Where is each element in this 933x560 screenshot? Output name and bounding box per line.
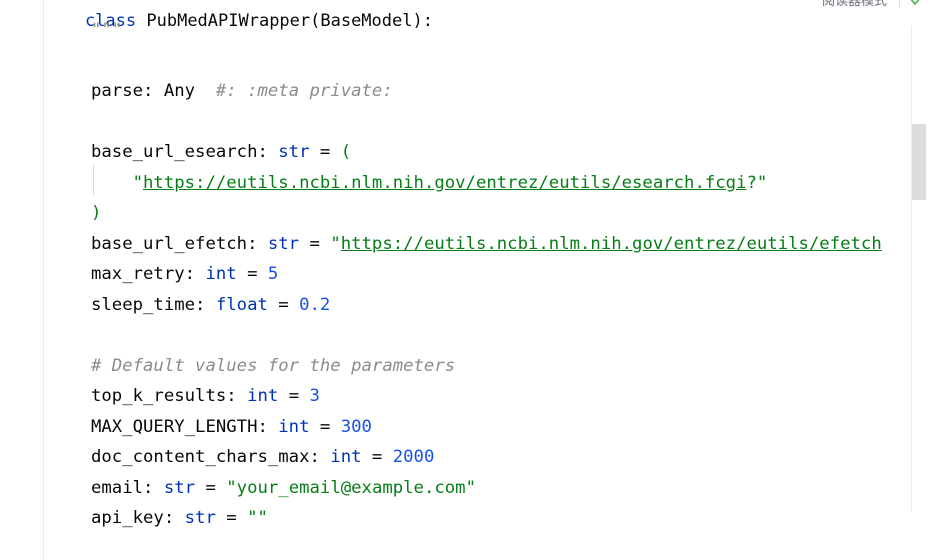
number-literal: 3 bbox=[309, 386, 320, 406]
check-shield-icon[interactable] bbox=[907, 0, 923, 8]
sticky-class-header[interactable]: class PubMedAPIWrapper(BaseModel): bbox=[44, 0, 933, 31]
type-keyword: int bbox=[278, 416, 310, 437]
number-literal: 2000 bbox=[392, 447, 435, 467]
code-token: base_url_esearch: bbox=[91, 142, 279, 162]
comment: """ bbox=[91, 20, 123, 40]
toolbar-divider bbox=[899, 0, 900, 8]
url-link[interactable]: https://eutils.ncbi.nlm.nih.gov/entrez/e… bbox=[341, 234, 882, 254]
type-keyword: int bbox=[247, 386, 279, 406]
string-literal: "your_email@example.com" bbox=[226, 477, 476, 498]
code-token: sleep_time: bbox=[91, 294, 216, 315]
vertical-scrollbar[interactable] bbox=[911, 26, 933, 512]
string-literal: ( bbox=[340, 142, 352, 162]
code-editor[interactable]: class PubMedAPIWrapper(BaseModel): """ pa… bbox=[44, 0, 933, 560]
code-line[interactable]: doc_content_chars_max: int = 2000 bbox=[91, 442, 434, 472]
scrollbar-thumb[interactable] bbox=[912, 124, 926, 200]
code-token: = bbox=[361, 447, 393, 467]
code-line[interactable]: top_k_results: int = 3 bbox=[91, 381, 320, 411]
code-token: = bbox=[278, 386, 310, 406]
code-line[interactable]: api_key: str = "" bbox=[91, 503, 268, 533]
code-token: email: bbox=[91, 477, 164, 498]
type-keyword: str bbox=[278, 142, 310, 162]
string-literal: " bbox=[330, 233, 341, 254]
type-keyword: int bbox=[205, 264, 237, 284]
type-keyword: str bbox=[184, 508, 216, 528]
code-token: max_retry: bbox=[91, 264, 206, 284]
number-literal: 0.2 bbox=[299, 294, 331, 315]
string-literal: "" bbox=[247, 508, 268, 528]
code-token: = bbox=[309, 416, 341, 437]
string-literal: ) bbox=[91, 203, 102, 223]
sticky-class-signature: PubMedAPIWrapper(BaseModel): bbox=[136, 11, 433, 31]
code-line[interactable]: MAX_QUERY_LENGTH: int = 300 bbox=[91, 412, 372, 442]
code-token: parse: Any bbox=[91, 81, 216, 101]
code-line[interactable]: sleep_time: float = 0.2 bbox=[91, 290, 330, 320]
code-token: = bbox=[215, 508, 248, 528]
code-token: MAX_QUERY_LENGTH: bbox=[91, 416, 279, 437]
code-token: doc_content_chars_max: bbox=[91, 447, 331, 467]
type-keyword: int bbox=[330, 447, 362, 467]
code-line[interactable]: "https://eutils.ncbi.nlm.nih.gov/entrez/… bbox=[91, 168, 768, 198]
code-token: = bbox=[267, 294, 300, 315]
code-token: top_k_results: bbox=[91, 386, 248, 406]
string-literal: ?" bbox=[746, 172, 768, 193]
code-line[interactable]: """ bbox=[91, 15, 122, 45]
number-literal: 5 bbox=[267, 264, 279, 284]
string-literal: " bbox=[91, 172, 144, 193]
type-keyword: float bbox=[215, 294, 268, 315]
code-line[interactable]: base_url_esearch: str = ( bbox=[91, 137, 351, 167]
code-line[interactable]: ) bbox=[91, 198, 101, 228]
reader-mode-button[interactable]: 阅读器模式 bbox=[815, 0, 893, 12]
code-line[interactable]: base_url_efetch: str = "https://eutils.n… bbox=[91, 229, 882, 259]
indent-guide bbox=[93, 165, 94, 195]
comment: #: :meta private: bbox=[215, 81, 393, 101]
type-keyword: str bbox=[267, 233, 300, 254]
code-line[interactable]: max_retry: int = 5 bbox=[91, 259, 278, 289]
editor-gutter[interactable] bbox=[0, 0, 44, 560]
comment: # Default values for the parameters bbox=[91, 355, 456, 376]
code-token: = bbox=[195, 477, 227, 498]
code-line[interactable]: # Default values for the parameters bbox=[91, 351, 455, 381]
code-token: = bbox=[236, 264, 268, 284]
url-link[interactable]: https://eutils.ncbi.nlm.nih.gov/entrez/e… bbox=[143, 173, 746, 193]
number-literal: 300 bbox=[340, 416, 372, 437]
code-token: = bbox=[309, 142, 341, 162]
code-token: = bbox=[299, 233, 331, 254]
code-line[interactable]: parse: Any #: :meta private: bbox=[91, 76, 393, 106]
code-line[interactable]: email: str = "your_email@example.com" bbox=[91, 473, 476, 503]
type-keyword: str bbox=[163, 477, 196, 498]
code-token: base_url_efetch: bbox=[91, 233, 268, 254]
code-token: api_key: bbox=[91, 508, 185, 528]
